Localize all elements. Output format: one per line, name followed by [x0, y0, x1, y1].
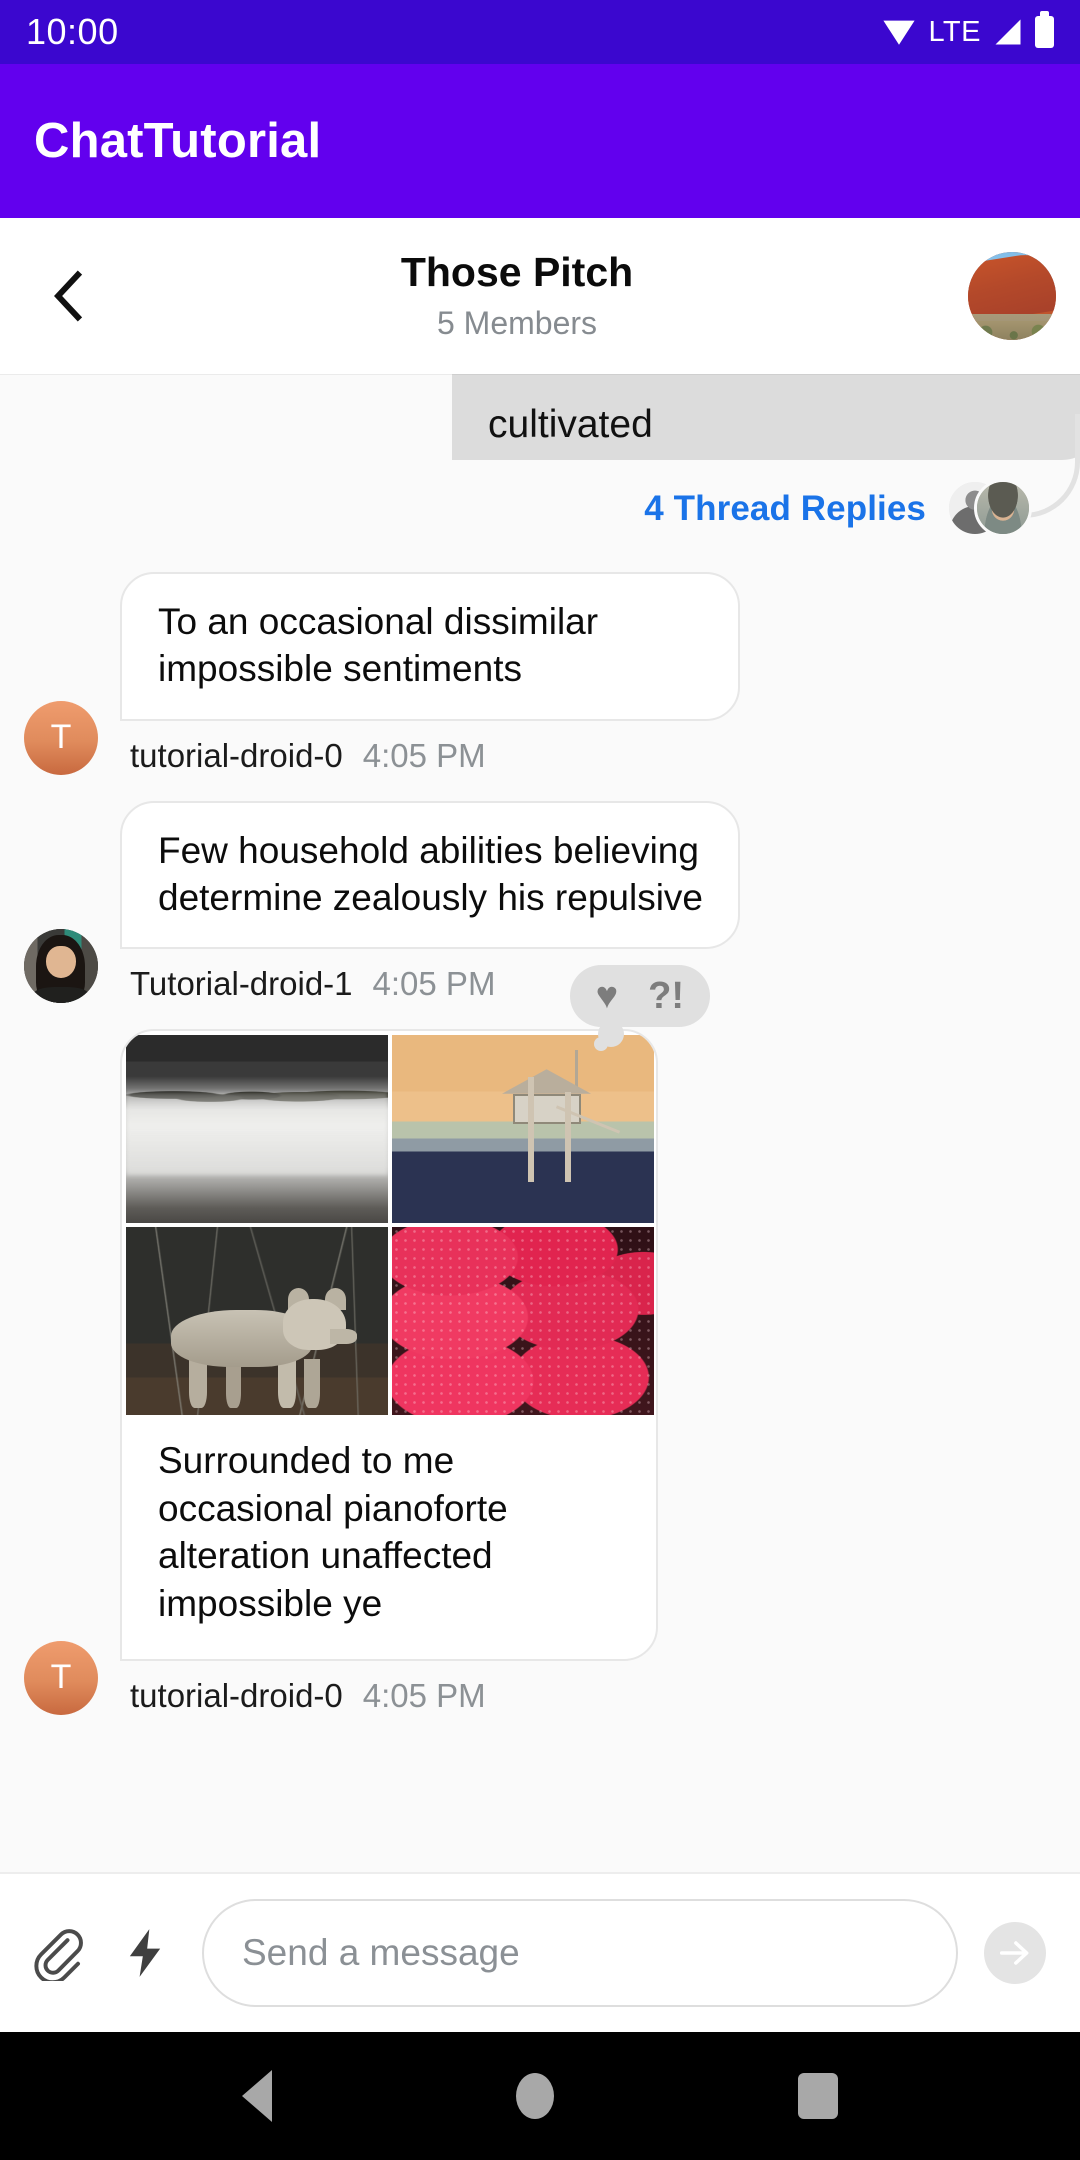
attachment-caption-text: Surrounded to me occasional pianoforte a… — [158, 1440, 508, 1624]
message-row[interactable]: Few household abilities believing determ… — [0, 800, 1080, 1004]
truncated-message-row: cultivated — [0, 374, 1080, 460]
wifi-icon — [883, 20, 916, 45]
network-type-label: LTE — [928, 15, 981, 48]
arrow-right-icon — [999, 1941, 1029, 1965]
avatar-photo-face — [46, 945, 76, 979]
attachment-image[interactable] — [126, 1227, 388, 1416]
avatar-initial: T — [50, 1658, 72, 1697]
avatar-initial: T — [50, 718, 72, 757]
reaction-bubble[interactable]: ♥ ?! — [569, 965, 710, 1048]
slash-command-button[interactable] — [114, 1922, 176, 1984]
app-bar: ChatTutorial — [0, 64, 1080, 218]
phone-screen: 10:00 LTE ChatTutorial Those Pitch 5 Mem… — [0, 0, 1080, 2160]
channel-avatar[interactable] — [968, 252, 1056, 340]
message-sender: tutorial-droid-0 — [130, 736, 343, 774]
thread-replies-link[interactable]: 4 Thread Replies — [644, 489, 926, 529]
thread-avatar-primary — [974, 479, 1032, 537]
message-row-with-attachments[interactable]: T ♥ ?! Surrounded to me occasional piano… — [0, 965, 1080, 1715]
message-bubble[interactable]: To an occasional dissimilar impossible s… — [120, 572, 740, 721]
truncated-message-text: cultivated — [488, 403, 653, 446]
message-timestamp: 4:05 PM — [372, 965, 496, 1003]
status-clock: 10:00 — [26, 11, 119, 52]
avatar[interactable]: T — [24, 700, 98, 775]
message-timestamp: 4:05 PM — [362, 1676, 486, 1714]
interrobang-icon[interactable]: ?! — [648, 977, 684, 1015]
attach-button[interactable] — [26, 1922, 88, 1984]
message-list[interactable]: cultivated 4 Thread Replies T To an occa… — [0, 374, 1080, 1872]
avatar[interactable]: T — [24, 1640, 98, 1715]
status-indicators: LTE — [882, 11, 1054, 49]
android-nav-bar — [0, 2032, 1080, 2160]
message-content: ♥ ?! Surrounded to me occasional pianofo… — [120, 965, 710, 1715]
image-grid — [122, 1031, 656, 1416]
channel-title: Those Pitch — [400, 249, 634, 296]
message-input[interactable]: Send a message — [202, 1899, 958, 2007]
message-meta: tutorial-droid-0 4:05 PM — [130, 1677, 658, 1715]
lightning-bolt-icon — [129, 1929, 161, 1977]
message-timestamp: 4:05 PM — [362, 736, 486, 774]
attachment-image[interactable] — [392, 1035, 654, 1224]
channel-member-count: 5 Members — [436, 304, 598, 341]
truncated-message-bubble[interactable]: cultivated — [452, 374, 1080, 460]
battery-icon — [1035, 11, 1054, 48]
attachment-image[interactable] — [392, 1227, 654, 1416]
paperclip-icon — [34, 1929, 83, 1981]
message-row[interactable]: T To an occasional dissimilar impossible… — [0, 572, 1080, 775]
avatar-scrub — [968, 320, 1056, 340]
attachment-caption: Surrounded to me occasional pianoforte a… — [122, 1415, 656, 1652]
message-content: To an occasional dissimilar impossible s… — [120, 572, 740, 775]
send-button[interactable] — [984, 1922, 1046, 1984]
message-bubble[interactable]: Few household abilities believing determ… — [120, 800, 740, 950]
message-sender: Tutorial-droid-1 — [130, 965, 353, 1003]
attachment-image[interactable] — [126, 1035, 388, 1224]
message-text: To an occasional dissimilar impossible s… — [158, 601, 599, 690]
message-sender: tutorial-droid-0 — [130, 1676, 343, 1714]
nav-back-icon[interactable] — [242, 2070, 272, 2122]
attachment-bubble[interactable]: Surrounded to me occasional pianoforte a… — [120, 1029, 658, 1661]
status-bar: 10:00 LTE — [0, 0, 1080, 64]
signal-icon — [995, 19, 1021, 45]
avatar[interactable] — [24, 929, 98, 1004]
nav-home-icon[interactable] — [516, 2073, 554, 2119]
thread-participant-avatars — [946, 479, 1032, 539]
avatar-photo-body — [34, 987, 88, 1004]
channel-title-block[interactable]: Those Pitch 5 Members — [66, 250, 968, 341]
app-title: ChatTutorial — [34, 114, 322, 168]
thread-replies-row[interactable]: 4 Thread Replies — [0, 414, 1080, 546]
message-meta: tutorial-droid-0 4:05 PM — [130, 737, 740, 775]
heart-icon[interactable]: ♥ — [596, 977, 619, 1015]
message-input-placeholder: Send a message — [242, 1932, 520, 1973]
message-composer: Send a message — [0, 1872, 1080, 2032]
channel-header: Those Pitch 5 Members — [0, 218, 1080, 374]
message-text: Few household abilities believing determ… — [158, 829, 703, 919]
nav-recents-icon[interactable] — [798, 2073, 838, 2119]
